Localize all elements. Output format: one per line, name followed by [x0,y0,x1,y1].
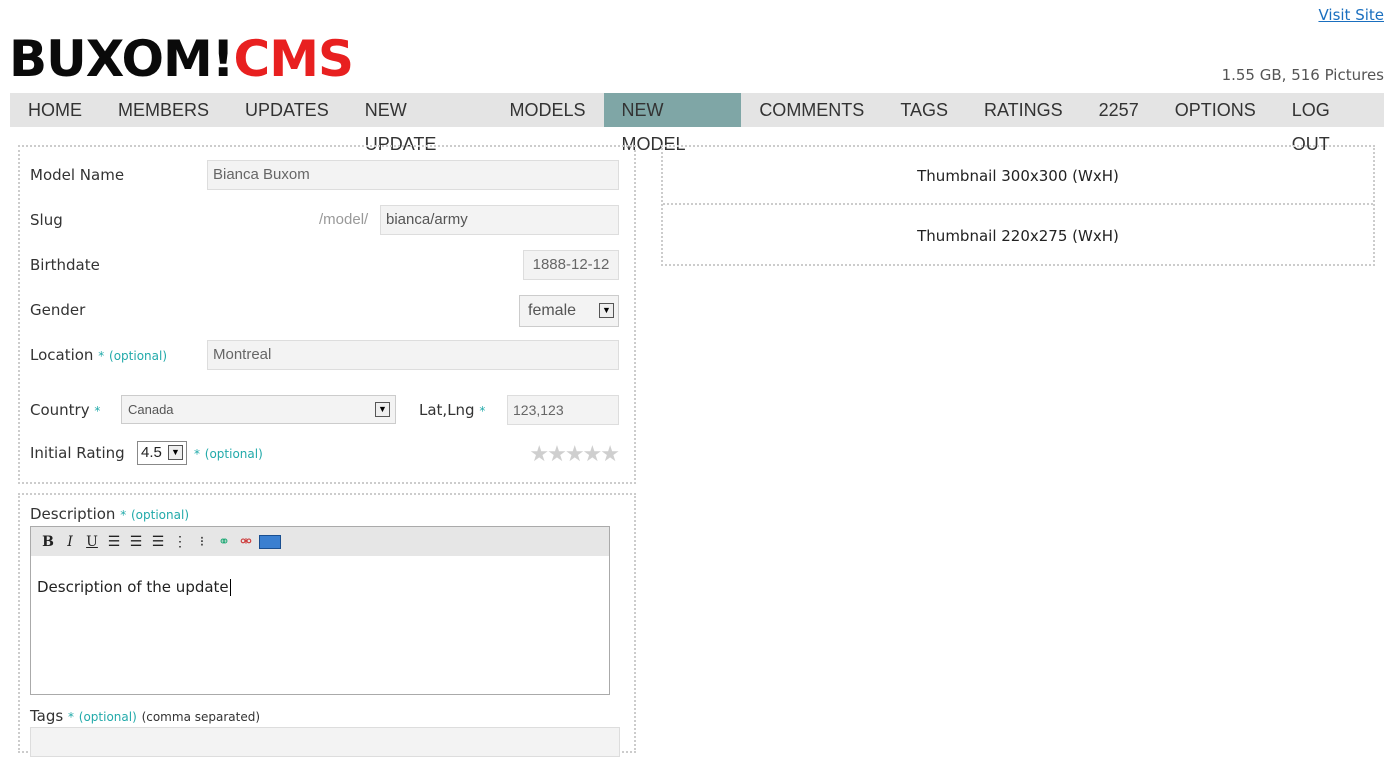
rating-optional: * (optional) [194,438,263,469]
description-panel: Description * (optional) B I U ☰ ☰ ☰ ⋮ ⁝… [18,493,636,757]
nav-ratings[interactable]: RATINGS [966,93,1081,127]
underline-icon[interactable]: U [83,533,101,551]
optional-text: (optional) [78,710,137,724]
country-select[interactable]: Canada ▼ [121,395,396,424]
tags-note: (comma separated) [141,710,261,724]
chevron-down-icon: ▼ [168,445,183,460]
latlng-label: Lat,Lng * [419,395,485,426]
gender-label: Gender [30,301,86,319]
required-mark: * [98,349,105,363]
html-source-icon[interactable] [259,534,281,549]
thumbnails-panel: Thumbnail 300x300 (WxH) Thumbnail 220x27… [661,145,1375,266]
storage-info: 1.55 GB, 516 Pictures [1221,66,1384,84]
ordered-list-icon[interactable]: ⋮ [171,533,189,551]
logo-buxom: BUXOM! [9,30,235,88]
align-right-icon[interactable]: ☰ [149,533,167,551]
model-name-label: Model Name [30,166,125,184]
bold-icon[interactable]: B [39,533,57,551]
description-row: Description * (optional) [30,503,618,525]
required-mark: * [68,710,74,724]
description-text: Description of the update [37,578,229,596]
rating-value: 4.5 [141,444,162,461]
link-icon[interactable]: ⚭ [215,533,233,551]
visit-site-link[interactable]: Visit Site [1318,6,1384,24]
tags-label-text: Tags [30,707,64,725]
gender-select[interactable]: female ▼ [519,295,619,327]
italic-icon[interactable]: I [61,533,79,551]
nav-2257[interactable]: 2257 [1081,93,1157,127]
unlink-icon[interactable]: ⚮ [237,533,255,551]
logo: BUXOM!CMS [9,34,354,84]
unordered-list-icon[interactable]: ⁝ [193,533,211,551]
slug-label: Slug [30,211,63,229]
star-rating[interactable]: ★★★★★ [529,442,620,467]
rating-label: Initial Rating [30,444,125,462]
rating-row: Initial Rating 4.5 ▼ * (optional) ★★★★★ [30,438,620,469]
country-value: Canada [128,402,174,417]
location-label: Location * (optional) [30,340,167,371]
tags-label: Tags * (optional) (comma separated) [30,705,260,728]
tags-input[interactable] [30,727,620,757]
optional-text: (optional) [131,508,189,522]
country-label: Country * [30,395,100,426]
country-row: Country * Canada ▼ Lat,Lng * 123,123 [30,395,619,426]
tags-row: Tags * (optional) (comma separated) [30,705,618,727]
nav-log-out[interactable]: LOG OUT [1274,93,1384,154]
birthdate-row: Birthdate 1888-12-12 [30,250,619,280]
latlng-input[interactable]: 123,123 [507,395,619,425]
latlng-label-text: Lat,Lng [419,401,475,419]
required-mark: * [94,404,101,418]
birthdate-input[interactable]: 1888-12-12 [523,250,619,280]
gender-row: Gender female ▼ [30,295,619,327]
location-label-text: Location [30,346,94,364]
required-mark: * [479,404,486,418]
nav-new-model[interactable]: NEW MODEL [603,93,742,154]
align-center-icon[interactable]: ☰ [127,533,145,551]
nav-updates[interactable]: UPDATES [227,93,347,127]
model-name-row: Model Name Bianca Buxom [30,160,619,190]
thumbnail-300x300[interactable]: Thumbnail 300x300 (WxH) [663,147,1373,205]
model-details-panel: Model Name Bianca Buxom Slug /model/ bia… [18,145,636,484]
slug-input[interactable]: bianca/army [380,205,619,235]
nav-comments[interactable]: COMMENTS [741,93,882,127]
nav-tags[interactable]: TAGS [882,93,966,127]
birthdate-label: Birthdate [30,256,100,274]
optional-text: (optional) [204,447,263,461]
gender-value: female [528,302,577,319]
nav-models[interactable]: MODELS [492,93,604,127]
country-label-text: Country [30,401,90,419]
location-row: Location * (optional) Montreal [30,340,619,371]
required-mark: * [194,447,200,461]
optional-text: (optional) [109,349,168,363]
rating-select[interactable]: 4.5 ▼ [137,441,187,465]
slug-row: Slug /model/ bianca/army [30,205,619,235]
logo-cms: CMS [233,30,354,88]
nav-home[interactable]: HOME [10,93,100,127]
main-nav: HOME MEMBERS UPDATES NEW UPDATE MODELS N… [10,93,1384,154]
location-input[interactable]: Montreal [207,340,619,370]
nav-options[interactable]: OPTIONS [1157,93,1274,127]
chevron-down-icon: ▼ [375,402,390,417]
chevron-down-icon: ▼ [599,303,614,318]
description-label-text: Description [30,505,116,523]
align-left-icon[interactable]: ☰ [105,533,123,551]
description-editor[interactable]: Description of the update [30,556,610,695]
slug-prefix: /model/ [319,211,369,228]
required-mark: * [120,508,127,522]
text-caret [229,579,231,596]
editor-toolbar: B I U ☰ ☰ ☰ ⋮ ⁝ ⚭ ⚮ [30,526,610,557]
description-label: Description * (optional) [30,503,189,526]
nav-members[interactable]: MEMBERS [100,93,227,127]
nav-new-update[interactable]: NEW UPDATE [347,93,492,154]
thumbnail-220x275[interactable]: Thumbnail 220x275 (WxH) [663,207,1373,265]
model-name-input[interactable]: Bianca Buxom [207,160,619,190]
